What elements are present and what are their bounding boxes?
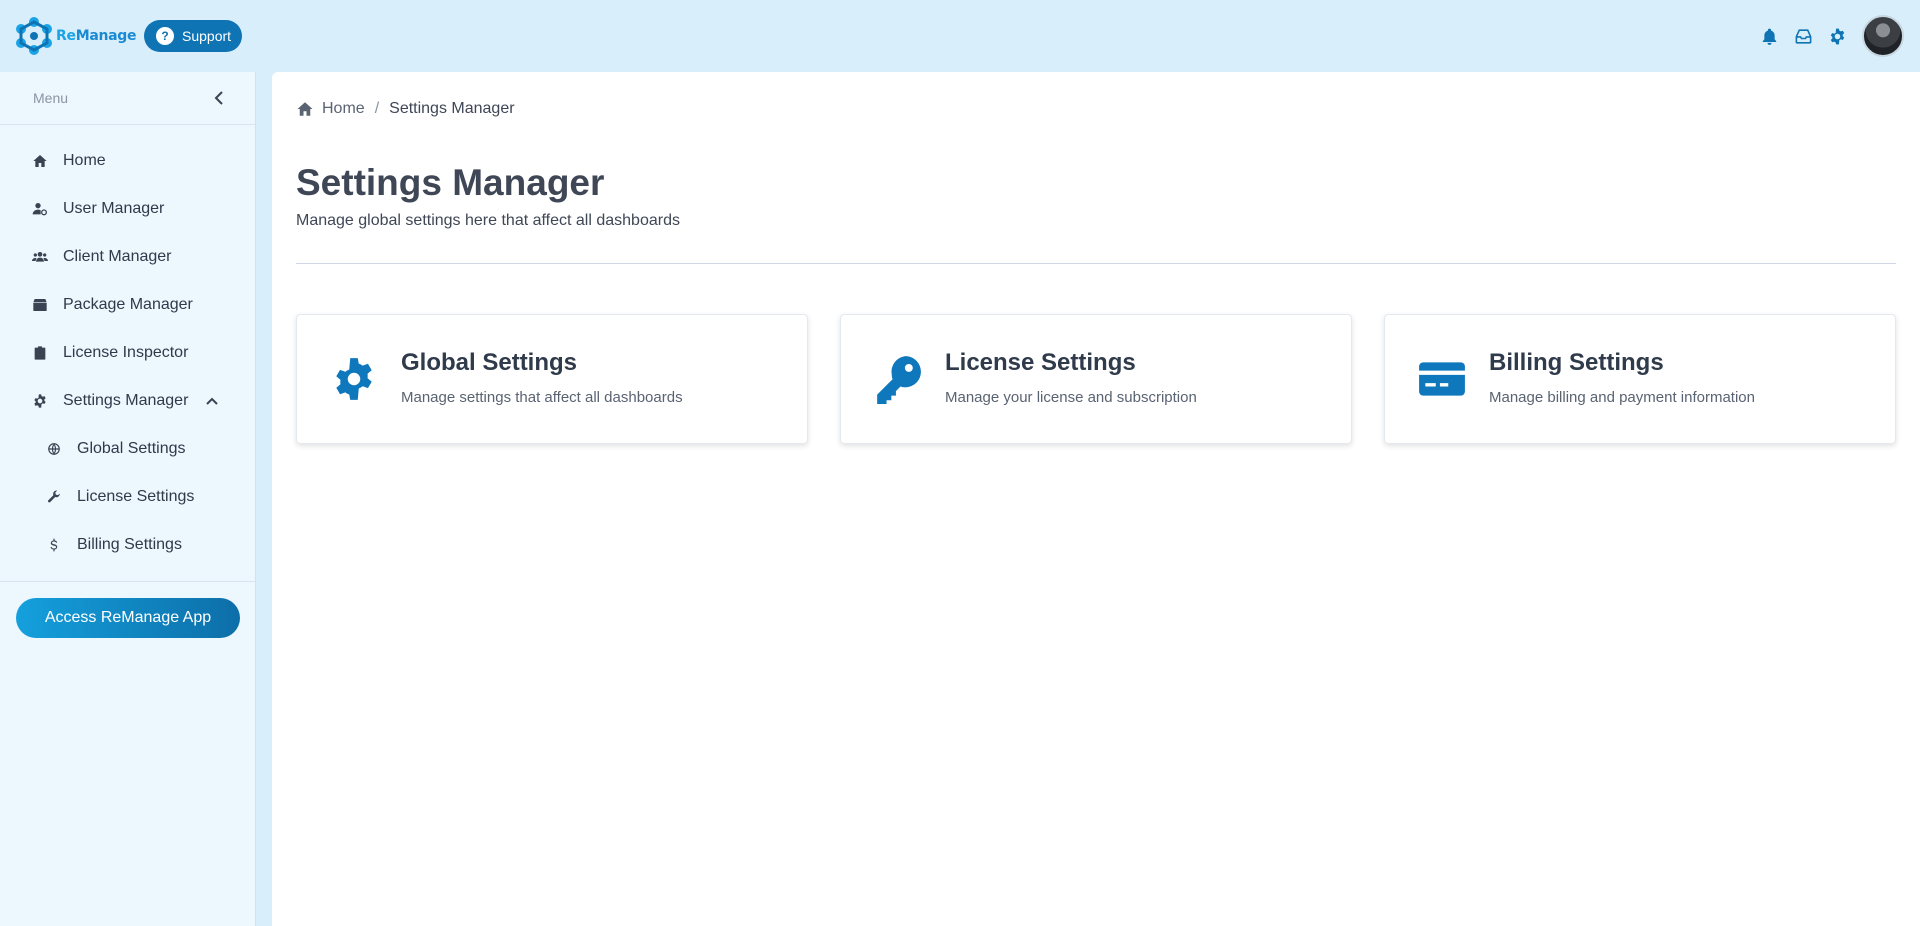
logo[interactable]: ReManage [14, 16, 137, 56]
inbox-icon[interactable] [1792, 25, 1814, 47]
sidebar-item-label: User Manager [63, 200, 165, 217]
access-app-button[interactable]: Access ReManage App [16, 598, 240, 638]
sidebar-item-client-manager[interactable]: Client Manager [0, 233, 255, 281]
header-divider [296, 263, 1896, 264]
card-description: Manage settings that affect all dashboar… [401, 388, 683, 406]
card-license-settings[interactable]: License Settings Manage your license and… [840, 314, 1352, 444]
question-icon: ? [156, 27, 174, 45]
sidebar-item-label: Settings Manager [63, 392, 189, 409]
sidebar-item-label: Global Settings [77, 440, 186, 457]
gear-icon [329, 354, 379, 404]
bell-icon[interactable] [1758, 25, 1780, 47]
sidebar-item-license-inspector[interactable]: License Inspector [0, 329, 255, 377]
chevron-left-icon[interactable] [209, 88, 229, 108]
wrench-icon [47, 488, 61, 506]
globe-icon [47, 440, 61, 458]
card-title: Billing Settings [1489, 348, 1664, 376]
sidebar-header: Menu [0, 72, 255, 125]
settings-cards: Global Settings Manage settings that aff… [296, 314, 1896, 444]
sidebar-subitem-license-settings[interactable]: License Settings [0, 473, 255, 521]
logo-mark-icon [16, 17, 52, 55]
top-actions [1758, 15, 1904, 57]
breadcrumb-home[interactable]: Home [322, 100, 365, 118]
sidebar-item-label: Client Manager [63, 248, 172, 265]
sidebar-item-user-manager[interactable]: User Manager [0, 185, 255, 233]
top-bar: ReManage ? Support [0, 0, 1920, 72]
key-icon [873, 354, 923, 404]
breadcrumb-current: Settings Manager [389, 100, 515, 117]
card-billing-settings[interactable]: Billing Settings Manage billing and paym… [1384, 314, 1896, 444]
card-text: Global Settings Manage settings that aff… [401, 349, 683, 406]
sidebar-item-label: Home [63, 152, 106, 169]
users-icon [31, 248, 49, 266]
card-global-settings[interactable]: Global Settings Manage settings that aff… [296, 314, 808, 444]
card-title: Global Settings [401, 348, 578, 376]
sidebar-item-home[interactable]: Home [0, 137, 255, 185]
page-subtitle: Manage global settings here that affect … [296, 212, 680, 229]
card-description: Manage your license and subscription [945, 388, 1197, 406]
card-text: Billing Settings Manage billing and paym… [1489, 349, 1755, 406]
gear-icon[interactable] [1826, 25, 1848, 47]
box-icon [31, 296, 49, 314]
page-title: Settings Manager [296, 162, 605, 203]
breadcrumb: Home / Settings Manager [296, 100, 515, 118]
chevron-up-icon[interactable] [206, 394, 220, 408]
gear-icon [31, 392, 49, 410]
sidebar-item-label: License Inspector [63, 344, 189, 361]
credit-card-icon [1417, 354, 1467, 404]
home-icon[interactable] [296, 100, 314, 118]
sidebar-item-label: Billing Settings [77, 536, 182, 553]
sidebar-nav: Home User Manager Client Manager Package… [0, 125, 255, 569]
logo-text: ReManage [56, 28, 137, 44]
sidebar: Menu Home User Manager Client Manager Pa… [0, 72, 256, 926]
support-button[interactable]: ? Support [144, 20, 242, 52]
sidebar-item-settings-manager[interactable]: Settings Manager [0, 377, 255, 425]
menu-label: Menu [33, 90, 69, 106]
dollar-icon [47, 536, 61, 554]
clipboard-icon [31, 344, 49, 362]
breadcrumb-separator: / [374, 100, 380, 117]
card-text: License Settings Manage your license and… [945, 349, 1197, 406]
sidebar-item-label: Package Manager [63, 296, 193, 313]
card-title: License Settings [945, 348, 1136, 376]
avatar[interactable] [1862, 15, 1904, 57]
sidebar-divider [0, 581, 255, 582]
main-content: Home / Settings Manager Settings Manager… [272, 72, 1920, 926]
home-icon [31, 152, 49, 170]
sidebar-item-package-manager[interactable]: Package Manager [0, 281, 255, 329]
card-description: Manage billing and payment information [1489, 388, 1755, 406]
user-cog-icon [31, 200, 49, 218]
sidebar-subitem-billing-settings[interactable]: Billing Settings [0, 521, 255, 569]
sidebar-item-label: License Settings [77, 488, 195, 505]
support-label: Support [182, 28, 232, 44]
sidebar-subitem-global-settings[interactable]: Global Settings [0, 425, 255, 473]
